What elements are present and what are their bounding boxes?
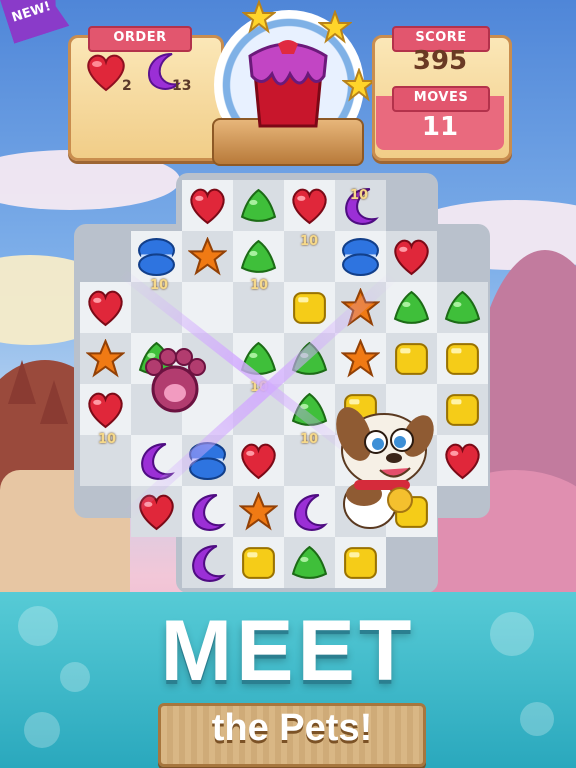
board-cell[interactable] <box>80 333 131 384</box>
star-candy-icon <box>341 339 380 378</box>
board-cell[interactable] <box>233 537 284 588</box>
heart-candy-icon <box>190 188 225 225</box>
paw-booster-icon[interactable] <box>140 345 210 417</box>
gumdrop-candy-icon <box>393 290 430 324</box>
board-cell[interactable] <box>335 537 386 588</box>
order-label: ORDER <box>88 26 192 52</box>
board-cell[interactable] <box>335 231 386 282</box>
gumdrop-candy-icon <box>291 545 328 579</box>
chocolate-tree <box>40 380 68 424</box>
points-popup: 10 <box>300 234 319 249</box>
gumdrop-candy-icon <box>240 188 277 222</box>
puppy-pet-icon <box>336 407 434 529</box>
board-cell[interactable] <box>131 231 182 282</box>
macaron-candy-icon <box>138 238 175 276</box>
score-value: 395 <box>412 46 468 76</box>
heart-candy-icon <box>445 443 480 480</box>
board-cell[interactable] <box>386 282 437 333</box>
paw-print-icon <box>24 712 60 748</box>
board-cell[interactable] <box>386 231 437 282</box>
board-cell[interactable] <box>80 384 131 435</box>
banner-subline: the Pets! <box>211 707 373 749</box>
heart-candy-icon <box>241 443 276 480</box>
cube-candy-icon <box>293 292 326 324</box>
macaron-candy-icon <box>342 238 379 276</box>
moon-candy-icon <box>192 545 226 582</box>
cube-candy-icon <box>344 547 377 579</box>
board-cell[interactable] <box>182 180 233 231</box>
heart-candy-icon <box>88 290 123 327</box>
star-icon <box>342 68 376 102</box>
board-cell[interactable] <box>437 333 488 384</box>
board-cell[interactable] <box>233 435 284 486</box>
board-cell[interactable] <box>284 180 335 231</box>
game-screen: NEW! ORDER 2 13 SCORE 395 MOVES 11 10 10… <box>0 0 576 768</box>
points-popup: 10 <box>300 432 319 447</box>
board-cell[interactable] <box>233 231 284 282</box>
points-popup: 10 <box>250 278 269 293</box>
chocolate-tree <box>8 360 36 404</box>
star-icon <box>318 10 352 44</box>
star-candy-icon <box>239 492 278 531</box>
board-cell[interactable] <box>182 231 233 282</box>
board-cell[interactable] <box>335 333 386 384</box>
gumdrop-candy-icon <box>240 239 277 273</box>
gumdrop-candy-icon <box>444 290 481 324</box>
star-candy-icon <box>86 339 125 378</box>
order-count-moons: 13 <box>172 78 192 94</box>
heart-candy-icon <box>292 188 327 225</box>
star-icon <box>242 0 276 34</box>
cube-candy-icon <box>446 343 479 375</box>
new-badge-text: NEW! <box>10 0 53 26</box>
star-candy-icon <box>188 237 227 276</box>
banner-headline: MEET <box>160 603 416 699</box>
points-popup: 10 <box>350 188 369 203</box>
board-cell[interactable] <box>233 486 284 537</box>
board-cell[interactable] <box>233 180 284 231</box>
moves-label: MOVES <box>392 86 490 112</box>
moves-value: 11 <box>421 112 459 142</box>
board-cell[interactable] <box>437 282 488 333</box>
board-cell[interactable] <box>437 384 488 435</box>
heart-candy-icon <box>394 239 429 276</box>
board-cell[interactable] <box>182 537 233 588</box>
board-cell[interactable] <box>284 282 335 333</box>
board-cell[interactable] <box>284 537 335 588</box>
cube-candy-icon <box>395 343 428 375</box>
heart-candy-icon <box>88 392 123 429</box>
paw-print-icon <box>520 702 554 736</box>
cube-candy-icon <box>242 547 275 579</box>
board-cell[interactable] <box>80 282 131 333</box>
points-popup: 10 <box>98 432 117 447</box>
cube-candy-icon <box>446 394 479 426</box>
moon-candy-icon <box>192 494 226 531</box>
board-cell[interactable] <box>437 435 488 486</box>
board-cell[interactable] <box>182 486 233 537</box>
board-cell[interactable] <box>386 333 437 384</box>
new-badge: NEW! <box>0 0 69 44</box>
order-count-hearts: 2 <box>122 78 132 94</box>
